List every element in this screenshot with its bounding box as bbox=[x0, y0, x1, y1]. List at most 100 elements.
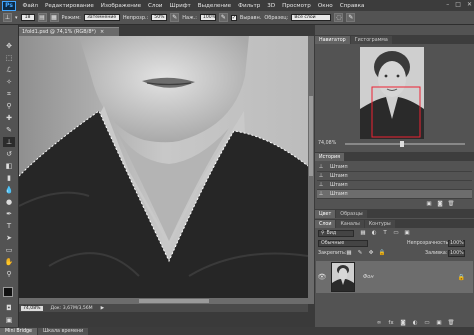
aligned-checkbox[interactable]: ✓ bbox=[230, 14, 237, 21]
foreground-color-swatch[interactable] bbox=[3, 287, 13, 297]
adjustment-filter-icon[interactable]: ◐ bbox=[370, 230, 378, 236]
brush-size-picker[interactable]: 18 bbox=[20, 14, 35, 21]
navigator-zoom[interactable]: 74,08% bbox=[318, 141, 336, 146]
layer-style-icon[interactable]: fx bbox=[387, 320, 395, 326]
menu-image[interactable]: Изображение bbox=[97, 3, 144, 9]
screen-mode-icon[interactable]: ▣ bbox=[3, 315, 15, 325]
menu-type[interactable]: Шрифт bbox=[166, 3, 194, 9]
layer-filter-select[interactable]: ⚲ Вид bbox=[318, 230, 354, 237]
mode-select[interactable]: Затемнение bbox=[83, 14, 120, 21]
path-select-tool-icon[interactable]: ➤ bbox=[3, 233, 15, 243]
visibility-eye-icon[interactable]: 👁 bbox=[316, 273, 328, 281]
clone-stamp-tool-icon[interactable]: ⊥ bbox=[3, 13, 12, 22]
lock-transparency-icon[interactable]: ▦ bbox=[345, 250, 353, 256]
new-document-from-state-icon[interactable]: ▣ bbox=[425, 201, 433, 207]
lasso-tool-icon[interactable]: ℒ bbox=[3, 65, 15, 75]
delete-layer-icon[interactable]: 🗑 bbox=[447, 320, 455, 326]
zoom-tool-icon[interactable]: ⚲ bbox=[3, 269, 15, 279]
adjustment-layer-icon[interactable]: ◐ bbox=[411, 320, 419, 326]
gradient-tool-icon[interactable]: ▮ bbox=[3, 173, 15, 183]
opacity-pressure-icon[interactable]: ✎ bbox=[170, 13, 180, 22]
type-filter-icon[interactable]: T bbox=[381, 230, 389, 236]
history-brush-tool-icon[interactable]: ↺ bbox=[3, 149, 15, 159]
crop-tool-icon[interactable]: ⌗ bbox=[3, 89, 15, 99]
fill-input[interactable]: 100% bbox=[448, 250, 465, 257]
vertical-scroll-thumb[interactable] bbox=[309, 96, 313, 176]
menu-3d[interactable]: 3D bbox=[264, 3, 279, 9]
brush-tool-icon[interactable]: ✎ bbox=[3, 125, 15, 135]
blur-tool-icon[interactable]: 💧 bbox=[3, 185, 15, 195]
tab-layers[interactable]: Слои bbox=[315, 220, 336, 228]
minimize-button[interactable]: – bbox=[446, 1, 449, 8]
shape-tool-icon[interactable]: ▭ bbox=[3, 245, 15, 255]
snapshot-icon[interactable]: ◙ bbox=[436, 201, 444, 207]
tab-navigator[interactable]: Навигатор bbox=[315, 36, 350, 44]
eyedropper-tool-icon[interactable]: ⚲ bbox=[3, 101, 15, 111]
history-item[interactable]: ⊥ Штамп bbox=[317, 172, 472, 181]
menu-select[interactable]: Выделение bbox=[194, 3, 234, 9]
lock-all-icon[interactable]: 🔒 bbox=[378, 250, 386, 256]
dodge-tool-icon[interactable]: ● bbox=[3, 197, 15, 207]
vertical-scrollbar[interactable] bbox=[308, 36, 314, 304]
add-mask-icon[interactable]: ◙ bbox=[399, 320, 407, 326]
maximize-button[interactable]: □ bbox=[455, 1, 461, 8]
tab-mini-bridge[interactable]: Mini Bridge bbox=[0, 328, 38, 335]
blend-mode-select[interactable]: Обычные bbox=[318, 240, 368, 247]
tab-color[interactable]: Цвет bbox=[315, 210, 336, 218]
navigator-thumbnail[interactable] bbox=[360, 47, 424, 139]
layer-opacity-input[interactable]: 100% bbox=[448, 240, 465, 247]
history-item-selected[interactable]: ⊥ Штамп bbox=[317, 190, 472, 199]
new-group-icon[interactable]: ▭ bbox=[423, 320, 431, 326]
pixel-filter-icon[interactable]: ▦ bbox=[359, 230, 367, 236]
tab-paths[interactable]: Контуры bbox=[364, 220, 395, 228]
healing-brush-tool-icon[interactable]: ✚ bbox=[3, 113, 15, 123]
dropdown-arrow-icon[interactable]: ▾ bbox=[15, 15, 18, 21]
navigator-slider-thumb[interactable] bbox=[400, 141, 404, 147]
menu-layers[interactable]: Слои bbox=[145, 3, 167, 9]
pressure-size-icon[interactable]: ✎ bbox=[346, 13, 356, 22]
quick-select-tool-icon[interactable]: ✧ bbox=[3, 77, 15, 87]
new-layer-icon[interactable]: ▣ bbox=[435, 320, 443, 326]
tab-histogram[interactable]: Гистограмма bbox=[350, 36, 392, 44]
tab-channels[interactable]: Каналы bbox=[336, 220, 364, 228]
menu-filter[interactable]: Фильтр bbox=[235, 3, 264, 9]
tab-history[interactable]: История bbox=[315, 153, 345, 161]
shape-filter-icon[interactable]: ▭ bbox=[392, 230, 400, 236]
layer-name[interactable]: Фон bbox=[363, 274, 374, 280]
airbrush-icon[interactable]: ✎ bbox=[218, 13, 228, 22]
document-tab[interactable]: 1fold1.psd @ 74,1% (RGB/8*) × bbox=[19, 27, 119, 36]
lock-pixels-icon[interactable]: ✎ bbox=[356, 250, 364, 256]
eraser-tool-icon[interactable]: ◧ bbox=[3, 161, 15, 171]
clone-source-icon[interactable]: ▦ bbox=[49, 13, 59, 22]
brush-panel-icon[interactable]: ▤ bbox=[37, 13, 47, 22]
sample-select[interactable]: Все слои bbox=[291, 14, 332, 21]
tab-timeline[interactable]: Шкала времени bbox=[38, 328, 89, 335]
horizontal-scroll-thumb[interactable] bbox=[139, 299, 209, 303]
hand-tool-icon[interactable]: ✋ bbox=[3, 257, 15, 267]
tab-swatches[interactable]: Образцы bbox=[336, 210, 367, 218]
opacity-input[interactable]: 50% bbox=[151, 14, 168, 21]
document-canvas[interactable] bbox=[19, 36, 308, 298]
marquee-tool-icon[interactable]: ⬚ bbox=[3, 53, 15, 63]
pen-tool-icon[interactable]: ✒ bbox=[3, 209, 15, 219]
smart-object-filter-icon[interactable]: ▣ bbox=[403, 230, 411, 236]
lock-position-icon[interactable]: ✥ bbox=[367, 250, 375, 256]
navigator-zoom-slider[interactable] bbox=[345, 141, 465, 147]
ignore-adjustment-icon[interactable]: ◌ bbox=[334, 13, 344, 22]
menu-window[interactable]: Окно bbox=[314, 3, 336, 9]
menu-view[interactable]: Просмотр bbox=[279, 3, 315, 9]
move-tool-icon[interactable]: ✥ bbox=[3, 41, 15, 51]
close-document-icon[interactable]: × bbox=[100, 29, 104, 35]
menu-edit[interactable]: Редактирование bbox=[41, 3, 97, 9]
pressure-input[interactable]: 100% bbox=[199, 14, 216, 21]
close-button[interactable]: ✕ bbox=[467, 1, 472, 8]
layer-row[interactable]: 👁 Фон 🔒 bbox=[316, 261, 473, 293]
clone-stamp-tool-icon[interactable]: ⊥ bbox=[3, 137, 15, 147]
zoom-level[interactable]: 74,08% bbox=[21, 305, 43, 311]
status-arrow-icon[interactable]: ▶ bbox=[101, 306, 105, 311]
history-item[interactable]: ⊥ Штамп bbox=[317, 181, 472, 190]
history-item[interactable]: ⊥ Штамп bbox=[317, 163, 472, 172]
delete-icon[interactable]: 🗑 bbox=[447, 201, 455, 207]
type-tool-icon[interactable]: T bbox=[3, 221, 15, 231]
quick-mask-icon[interactable]: ◘ bbox=[3, 303, 15, 313]
